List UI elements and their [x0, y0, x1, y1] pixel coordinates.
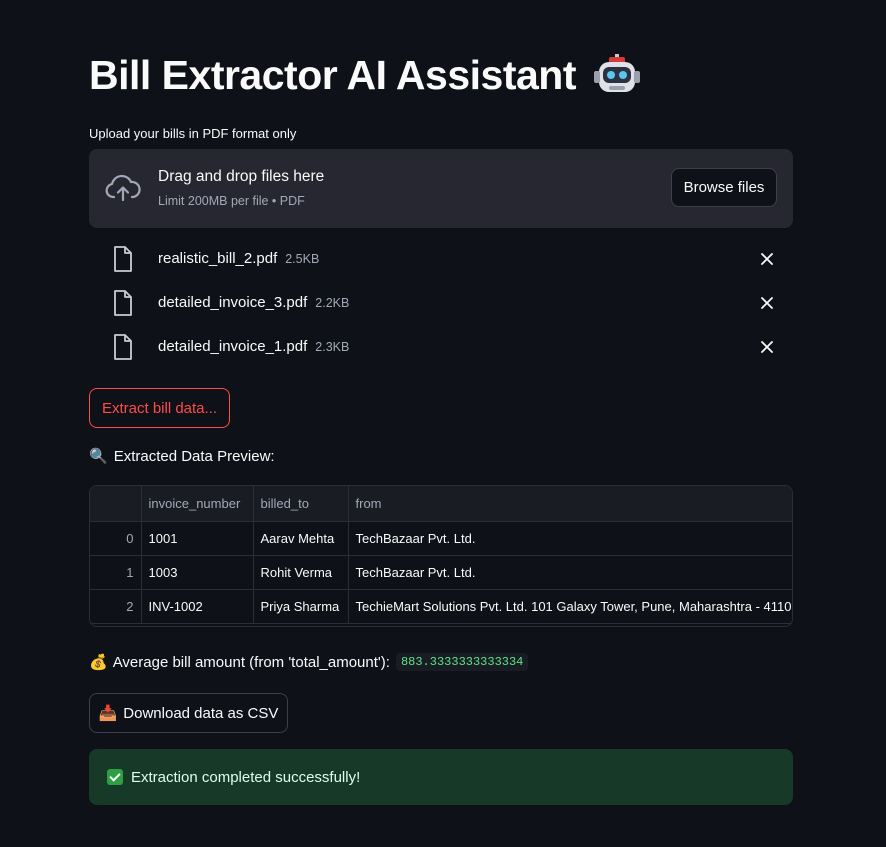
table-cell: 0: [90, 521, 142, 556]
table-cell[interactable]: 1001: [141, 521, 254, 556]
file-icon: [114, 246, 132, 272]
file-name: detailed_invoice_1.pdf: [158, 338, 308, 355]
file-size: 2.5KB: [285, 252, 320, 266]
money-bag-icon: 💰: [89, 654, 108, 671]
table-row: 2 INV-1002 Priya Sharma TechieMart Solut…: [90, 589, 792, 624]
table-header-row: invoice_number billed_to from: [90, 486, 792, 522]
table-cell[interactable]: TechieMart Solutions Pvt. Ltd. 101 Galax…: [348, 589, 792, 624]
file-dropzone[interactable]: Drag and drop files here Limit 200MB per…: [89, 149, 793, 228]
uploaded-file-item: detailed_invoice_3.pdf 2.2KB: [89, 283, 793, 323]
close-icon[interactable]: [759, 295, 775, 311]
table-cell[interactable]: TechBazaar Pvt. Ltd.: [348, 521, 792, 556]
table-header-from[interactable]: from: [348, 486, 792, 522]
success-alert: Extraction completed successfully!: [89, 749, 793, 805]
table-cell: 1: [90, 555, 142, 590]
dropzone-title: Drag and drop files here: [158, 168, 325, 185]
close-icon[interactable]: [759, 251, 775, 267]
file-icon: [114, 334, 132, 360]
extract-bill-data-button[interactable]: Extract bill data...: [89, 388, 230, 428]
page-title: Bill Extractor AI Assistant: [89, 52, 640, 99]
data-table-grid: invoice_number billed_to from 0 1001 Aar…: [90, 486, 792, 624]
page-title-text: Bill Extractor AI Assistant: [89, 52, 577, 98]
dropzone-limit: Limit 200MB per file • PDF: [158, 194, 305, 208]
upload-label: Upload your bills in PDF format only: [89, 126, 297, 141]
data-table[interactable]: invoice_number billed_to from 0 1001 Aar…: [89, 485, 793, 627]
download-csv-button[interactable]: 📥 Download data as CSV: [89, 693, 288, 733]
check-mark-icon: [107, 769, 123, 785]
file-size: 2.2KB: [315, 296, 350, 310]
table-header-index[interactable]: [90, 486, 142, 522]
table-cell[interactable]: Aarav Mehta: [253, 521, 349, 556]
file-icon: [114, 290, 132, 316]
uploaded-file-item: detailed_invoice_1.pdf 2.3KB: [89, 327, 793, 367]
browse-files-button[interactable]: Browse files: [671, 168, 777, 207]
average-amount-value: 883.3333333333334: [395, 653, 529, 671]
table-cell[interactable]: INV-1002: [141, 589, 254, 624]
preview-heading-text: Extracted Data Preview:: [113, 448, 275, 465]
robot-icon: [594, 53, 640, 92]
inbox-tray-icon: 📥: [98, 705, 118, 722]
close-icon[interactable]: [759, 339, 775, 355]
table-row: 0 1001 Aarav Mehta TechBazaar Pvt. Ltd.: [90, 521, 792, 556]
table-cell[interactable]: Priya Sharma: [253, 589, 349, 624]
table-cell[interactable]: 1003: [141, 555, 254, 590]
uploaded-file-item: realistic_bill_2.pdf 2.5KB: [89, 239, 793, 279]
magnifier-icon: 🔍: [89, 448, 108, 465]
table-cell[interactable]: TechBazaar Pvt. Ltd.: [348, 555, 792, 590]
file-name: detailed_invoice_3.pdf: [158, 294, 308, 311]
table-cell[interactable]: Rohit Verma: [253, 555, 349, 590]
average-amount-label: Average bill amount (from 'total_amount'…: [112, 653, 390, 671]
table-row: 1 1003 Rohit Verma TechBazaar Pvt. Ltd.: [90, 555, 792, 590]
table-cell: 2: [90, 589, 142, 624]
table-header-billed-to[interactable]: billed_to: [253, 486, 349, 522]
file-name: realistic_bill_2.pdf: [158, 250, 278, 267]
file-size: 2.3KB: [315, 340, 350, 354]
cloud-upload-icon: [105, 174, 141, 202]
preview-heading: 🔍 Extracted Data Preview:: [89, 447, 275, 465]
table-header-invoice-number[interactable]: invoice_number: [141, 486, 254, 522]
average-amount-line: 💰 Average bill amount (from 'total_amoun…: [89, 653, 529, 671]
download-csv-label: Download data as CSV: [123, 704, 279, 722]
success-message: Extraction completed successfully!: [131, 768, 361, 786]
